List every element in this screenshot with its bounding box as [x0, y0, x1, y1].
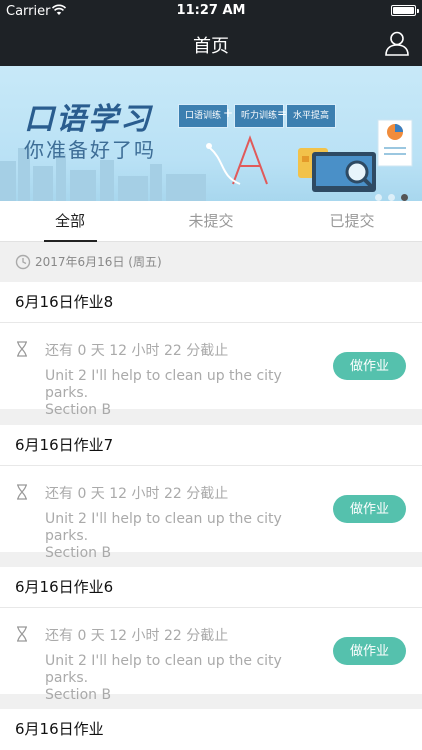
tab-submitted[interactable]: 已提交 [282, 201, 422, 242]
carousel-dot[interactable] [388, 194, 395, 201]
plus-sign: + [223, 106, 234, 120]
banner-title: 口语学习 [24, 102, 152, 137]
filter-tabs: 全部 未提交 已提交 [0, 201, 422, 242]
assignment-title: 6月16日作业6 [15, 578, 114, 596]
do-homework-button[interactable]: 做作业 [333, 637, 406, 665]
deadline-text: 还有 0 天 12 小时 22 分截止 [45, 343, 229, 359]
tab-not-submitted[interactable]: 未提交 [141, 201, 281, 242]
page-title: 首页 [193, 36, 229, 57]
do-homework-button[interactable]: 做作业 [333, 495, 406, 523]
hourglass-icon [17, 626, 27, 642]
battery-icon [391, 5, 419, 16]
assignment-card[interactable]: 6月16日作业 [0, 709, 422, 750]
skill-chip-speaking: 口语训练 [178, 104, 229, 128]
divider [0, 607, 422, 608]
carousel-dot[interactable] [375, 194, 382, 201]
assignment-card[interactable]: 6月16日作业6 还有 0 天 12 小时 22 分截止 Unit 2 I'll… [0, 567, 422, 703]
assignment-description: Unit 2 I'll help to clean up the city pa… [45, 653, 315, 704]
clock-time: 11:27 AM [176, 3, 246, 18]
assignment-description: Unit 2 I'll help to clean up the city pa… [45, 511, 315, 562]
hourglass-icon [17, 484, 27, 500]
section-text: Section B [45, 545, 112, 561]
assignment-description: Unit 2 I'll help to clean up the city pa… [45, 368, 315, 419]
section-text: Section B [45, 402, 112, 418]
carousel-dot-active[interactable] [401, 194, 408, 201]
status-bar: Carrier 11:27 AM [0, 0, 422, 22]
top-bar: Carrier 11:27 AM 首页 [0, 0, 422, 66]
unit-text: Unit 2 I'll help to clean up the city pa… [45, 368, 282, 401]
assignment-title: 6月16日作业7 [15, 436, 114, 454]
do-homework-button[interactable]: 做作业 [333, 352, 406, 380]
divider [0, 322, 422, 323]
tab-all[interactable]: 全部 [0, 201, 140, 242]
unit-text: Unit 2 I'll help to clean up the city pa… [45, 511, 282, 544]
assignment-title: 6月16日作业8 [15, 293, 114, 311]
hourglass-icon [17, 341, 27, 357]
deadline-text: 还有 0 天 12 小时 22 分截止 [45, 628, 229, 644]
clock-icon [15, 254, 31, 270]
assignment-card[interactable]: 6月16日作业7 还有 0 天 12 小时 22 分截止 Unit 2 I'll… [0, 425, 422, 561]
user-icon[interactable] [384, 30, 410, 56]
unit-text: Unit 2 I'll help to clean up the city pa… [45, 653, 282, 686]
date-header: 2017年6月16日 (周五) [0, 242, 422, 282]
skill-chip-improve: 水平提高 [286, 104, 337, 128]
promo-banner[interactable]: 口语学习 你准备好了吗 口语训练 + 听力训练 = 水平提高 [0, 66, 422, 201]
assignment-title: 6月16日作业 [15, 720, 104, 738]
deadline-text: 还有 0 天 12 小时 22 分截止 [45, 486, 229, 502]
carousel-indicator[interactable] [369, 186, 408, 201]
banner-subtitle: 你准备好了吗 [24, 138, 156, 162]
assignment-card[interactable]: 6月16日作业8 还有 0 天 12 小时 22 分截止 Unit 2 I'll… [0, 282, 422, 418]
divider [0, 465, 422, 466]
section-text: Section B [45, 687, 112, 703]
date-label: 2017年6月16日 (周五) [35, 255, 162, 269]
